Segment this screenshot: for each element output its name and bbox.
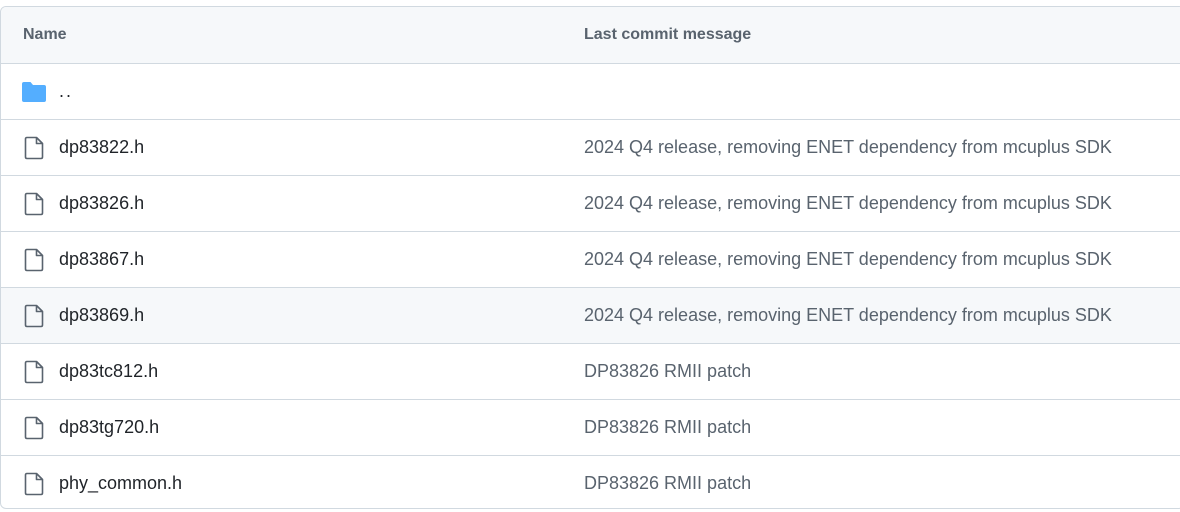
table-row-dp83tg720-h[interactable]: dp83tg720.h DP83826 RMII patch (1, 399, 1180, 455)
commit-message-link[interactable]: DP83826 RMII patch (584, 344, 751, 399)
folder-icon (21, 79, 47, 105)
commit-message-link[interactable]: DP83826 RMII patch (584, 456, 751, 508)
commit-message-link[interactable]: DP83826 RMII patch (584, 400, 751, 455)
file-icon (21, 191, 47, 217)
table-row-dp83826-h[interactable]: dp83826.h 2024 Q4 release, removing ENET… (1, 175, 1180, 231)
commit-message-link[interactable]: 2024 Q4 release, removing ENET dependenc… (584, 232, 1112, 287)
commit-message-link[interactable]: 2024 Q4 release, removing ENET dependenc… (584, 288, 1112, 343)
header-last-commit-message: Last commit message (584, 26, 752, 43)
commit-message-link[interactable]: 2024 Q4 release, removing ENET dependenc… (584, 120, 1112, 175)
parent-directory-row[interactable]: .. (1, 63, 1180, 119)
file-table: Name Last commit message .. dp83822.h 20… (0, 6, 1180, 509)
file-icon (21, 471, 47, 497)
table-row-dp83869-h[interactable]: dp83869.h 2024 Q4 release, removing ENET… (1, 287, 1180, 343)
file-icon (21, 303, 47, 329)
file-name-link[interactable]: dp83869.h (59, 288, 144, 343)
table-row-phy-common-h[interactable]: phy_common.h DP83826 RMII patch (1, 455, 1180, 508)
header-name: Name (23, 26, 67, 43)
file-name-link[interactable]: dp83826.h (59, 176, 144, 231)
file-icon (21, 359, 47, 385)
table-header: Name Last commit message (1, 7, 1180, 63)
file-name-link[interactable]: dp83tc812.h (59, 344, 158, 399)
parent-directory-link[interactable]: .. (59, 64, 73, 119)
file-name-link[interactable]: dp83822.h (59, 120, 144, 175)
file-name-link[interactable]: dp83tg720.h (59, 400, 159, 455)
commit-message-link[interactable]: 2024 Q4 release, removing ENET dependenc… (584, 176, 1112, 231)
file-name-link[interactable]: dp83867.h (59, 232, 144, 287)
file-icon (21, 247, 47, 273)
file-icon (21, 135, 47, 161)
table-row-dp83tc812-h[interactable]: dp83tc812.h DP83826 RMII patch (1, 343, 1180, 399)
file-icon (21, 415, 47, 441)
table-row-dp83822-h[interactable]: dp83822.h 2024 Q4 release, removing ENET… (1, 119, 1180, 175)
file-name-link[interactable]: phy_common.h (59, 456, 182, 508)
table-row-dp83867-h[interactable]: dp83867.h 2024 Q4 release, removing ENET… (1, 231, 1180, 287)
